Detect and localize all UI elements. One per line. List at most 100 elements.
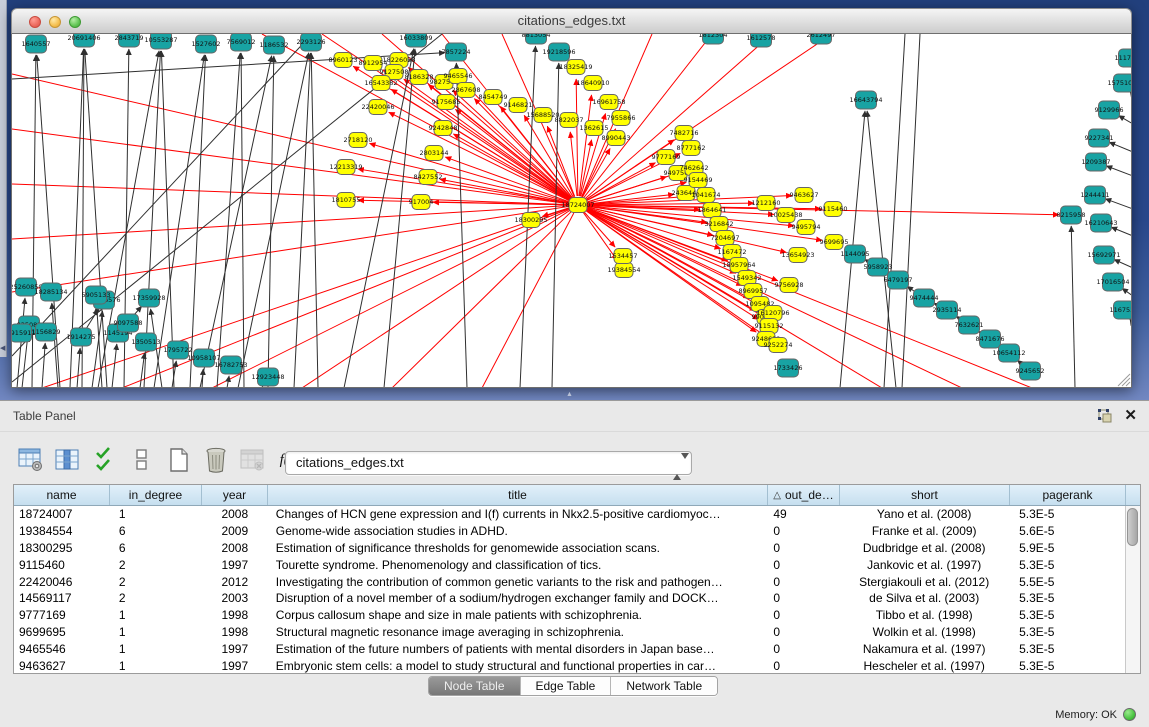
show-columns-icon[interactable] (55, 447, 81, 473)
delete-column-icon[interactable] (203, 447, 229, 473)
tab-node-table[interactable]: Node Table (429, 677, 521, 695)
table-cell: 2008 (202, 507, 268, 521)
network-edge[interactable] (262, 387, 263, 388)
network-view-window[interactable]: citations_edges.txt 18724007896012389129… (11, 8, 1132, 388)
close-panel-icon[interactable]: ✕ (1124, 408, 1137, 423)
network-edge[interactable] (576, 79, 578, 196)
network-edge[interactable] (1130, 319, 1132, 324)
column-header-out_de[interactable]: △out_de… (768, 485, 840, 505)
network-edge[interactable] (1111, 227, 1132, 236)
table-row[interactable]: 977716911998Corpus callosum shape and si… (14, 607, 1125, 624)
table-row[interactable]: 969969511998Structural magnetic resonanc… (14, 624, 1125, 641)
network-edge[interactable] (1106, 166, 1132, 176)
network-edge[interactable] (212, 209, 570, 388)
network-edge[interactable] (586, 209, 962, 388)
table-cell: 0 (767, 659, 839, 673)
node-label: 1167472 (718, 248, 747, 256)
node-label: 2803144 (420, 149, 449, 157)
window-title: citations_edges.txt (12, 9, 1131, 33)
network-edge[interactable] (161, 51, 174, 388)
network-edge[interactable] (202, 369, 203, 388)
network-edge[interactable] (1114, 259, 1132, 268)
table-panel-header: Table Panel ✕ (0, 401, 1149, 432)
table-cell: 6 (110, 541, 202, 555)
network-edge[interactable] (77, 348, 80, 388)
node-label: 9146821 (504, 101, 533, 109)
zoom-window-button[interactable] (69, 16, 81, 28)
network-canvas[interactable]: 1872400789601238912954182260589127508165… (11, 34, 1132, 388)
memory-ok-indicator (1123, 708, 1136, 721)
table-cell: 18300295 (14, 541, 110, 555)
network-edge[interactable] (190, 55, 205, 388)
table-cell: 1 (110, 659, 202, 673)
collapse-arrow-icon[interactable]: ◀ (0, 344, 5, 352)
control-panel-divider[interactable]: ◀ (0, 0, 7, 357)
network-edge[interactable] (384, 49, 415, 388)
table-row[interactable]: 1872400712008Changes of HCN gene express… (14, 506, 1125, 523)
vertical-scrollbar[interactable] (1125, 506, 1140, 673)
split-pane-handle[interactable]: ▲ (566, 392, 576, 398)
network-edge[interactable] (1105, 199, 1132, 209)
node-label: 13654923 (781, 251, 814, 259)
close-window-button[interactable] (29, 16, 41, 28)
select-rows-icon[interactable] (92, 447, 118, 473)
scrollbar-thumb[interactable] (1127, 508, 1138, 546)
minimize-window-button[interactable] (49, 16, 61, 28)
table-mode-icon[interactable] (18, 447, 44, 473)
memory-status: Memory: OK (1055, 708, 1136, 721)
table-row[interactable]: 946362711997Embryonic stem cells: a mode… (14, 657, 1125, 674)
network-edge[interactable] (86, 309, 98, 329)
table-row[interactable]: 911546021997Tourette syndrome. Phenomeno… (14, 556, 1125, 573)
tab-edge-table[interactable]: Edge Table (521, 677, 612, 695)
float-window-icon[interactable] (1098, 409, 1112, 423)
table-cell: 0 (767, 608, 839, 622)
network-edge[interactable] (302, 210, 570, 388)
network-edge[interactable] (294, 53, 310, 388)
network-edge[interactable] (902, 34, 920, 388)
table-selector-dropdown[interactable]: citations_edges.txt (285, 451, 692, 475)
column-header-name[interactable]: name (14, 485, 110, 505)
network-edge[interactable] (241, 53, 244, 388)
table-row[interactable]: 946554611997Estimation of the future num… (14, 640, 1125, 657)
panel-title: Table Panel (13, 409, 76, 423)
tab-network-table[interactable]: Network Table (611, 677, 717, 695)
column-header-in_degree[interactable]: in_degree (110, 485, 202, 505)
node-label: 9129966 (1095, 106, 1124, 114)
network-edge[interactable] (217, 53, 240, 388)
table-row[interactable]: 1830029562008Estimation of significance … (14, 540, 1125, 557)
resize-grip-icon[interactable] (1118, 374, 1130, 386)
row-height-icon[interactable] (129, 447, 155, 473)
network-edge[interactable] (12, 184, 569, 205)
network-edge[interactable] (586, 208, 1032, 388)
node-label: 1117204 (1115, 54, 1132, 62)
table-row[interactable]: 1456911722003Disruption of a novel membe… (14, 590, 1125, 607)
network-edge[interactable] (112, 344, 117, 388)
table-cell: 5.3E-5 (1009, 625, 1125, 639)
node-label: 18957964 (722, 261, 755, 269)
network-edge[interactable] (12, 34, 312, 356)
table-row[interactable]: 2242004622012Investigating the contribut… (14, 573, 1125, 590)
node-label: 7482716 (670, 129, 699, 137)
network-edge[interactable] (1109, 142, 1132, 152)
network-edge[interactable] (42, 208, 569, 388)
network-desktop: ◀ citations_edges.txt 187240078960123891… (0, 0, 1149, 400)
network-edge[interactable] (482, 213, 574, 388)
network-edge[interactable] (42, 343, 45, 388)
network-edge[interactable] (200, 56, 272, 388)
network-edge[interactable] (1071, 226, 1075, 388)
window-titlebar[interactable]: citations_edges.txt (11, 8, 1132, 34)
network-edge[interactable] (1130, 92, 1132, 96)
column-header-pagerank[interactable]: pagerank (1010, 485, 1126, 505)
create-column-icon[interactable] (166, 447, 192, 473)
table-cell: 49 (767, 507, 839, 521)
network-edge[interactable] (1122, 288, 1132, 296)
network-edge[interactable] (227, 376, 229, 388)
table-row[interactable]: 1938455462009Genome-wide association stu… (14, 523, 1125, 540)
node-label: 18640910 (576, 79, 609, 87)
network-edge[interactable] (1119, 116, 1132, 124)
column-header-short[interactable]: short (840, 485, 1010, 505)
network-edge[interactable] (867, 111, 896, 388)
column-header-year[interactable]: year (202, 485, 268, 505)
network-edge[interactable] (154, 55, 204, 388)
column-header-title[interactable]: title (268, 485, 768, 505)
